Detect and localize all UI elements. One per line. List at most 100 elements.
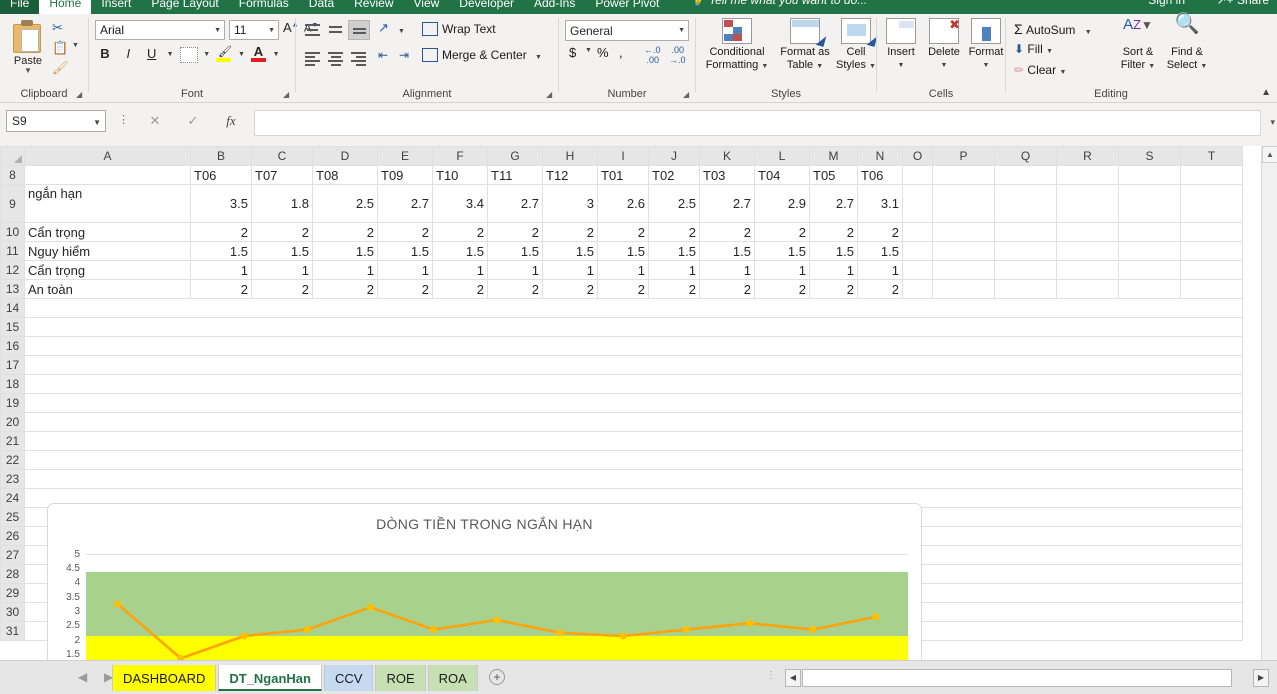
decrease-decimal-icon[interactable]: .00 →.0 xyxy=(669,45,686,65)
spreadsheet-grid[interactable]: A B C D E F G H I J K L M N O P Q R S T … xyxy=(0,146,1277,660)
cell-I9[interactable]: 2.6 xyxy=(597,184,649,223)
cell-T9[interactable] xyxy=(1180,184,1243,223)
increase-decimal-icon[interactable]: ←.0 .00 xyxy=(644,45,661,65)
ribbon-tab-power-pivot[interactable]: Power Pivot xyxy=(585,0,669,14)
cell-O10[interactable] xyxy=(902,222,933,242)
cell-E8[interactable]: T09 xyxy=(377,165,433,185)
alignment-dialog-launcher[interactable]: ◢ xyxy=(546,90,555,99)
font-name-input[interactable]: Arial ▼ xyxy=(95,20,225,40)
cell-N11[interactable]: 1.5 xyxy=(857,241,903,261)
cell-P12[interactable] xyxy=(932,260,995,280)
cell-T12[interactable] xyxy=(1180,260,1243,280)
row-header-13[interactable]: 13 xyxy=(0,279,25,299)
chevron-down-icon[interactable]: ▼ xyxy=(881,59,921,72)
chevron-down-icon[interactable]: ▼ xyxy=(6,67,50,75)
empty-row-cells[interactable] xyxy=(24,317,1243,337)
cell-P13[interactable] xyxy=(932,279,995,299)
cell-R12[interactable] xyxy=(1056,260,1119,280)
fill-button[interactable]: ⬇ Fill ▼ xyxy=(1014,42,1053,56)
underline-button[interactable]: U xyxy=(142,44,162,64)
cell-J12[interactable]: 1 xyxy=(648,260,700,280)
col-header-S[interactable]: S xyxy=(1118,146,1181,166)
col-header-O[interactable]: O xyxy=(902,146,933,166)
scroll-up-icon[interactable]: ▲ xyxy=(1262,146,1277,163)
cell-A12[interactable]: Cẩn trọng xyxy=(24,260,191,280)
row-header-14[interactable]: 14 xyxy=(0,298,25,318)
cell-B10[interactable]: 2 xyxy=(190,222,252,242)
cell-T13[interactable] xyxy=(1180,279,1243,299)
number-dialog-launcher[interactable]: ◢ xyxy=(683,90,692,99)
cell-K10[interactable]: 2 xyxy=(699,222,755,242)
col-header-H[interactable]: H xyxy=(542,146,598,166)
bold-button[interactable]: B xyxy=(95,44,115,64)
cell-O8[interactable] xyxy=(902,165,933,185)
col-header-R[interactable]: R xyxy=(1056,146,1119,166)
col-header-K[interactable]: K xyxy=(699,146,755,166)
cell-G9[interactable]: 2.7 xyxy=(487,184,543,223)
col-header-J[interactable]: J xyxy=(648,146,700,166)
chevron-down-icon[interactable]: ▼ xyxy=(236,44,246,66)
chevron-down-icon[interactable]: ▼ xyxy=(271,44,281,66)
number-format-select[interactable]: General ▼ xyxy=(565,20,689,41)
col-header-C[interactable]: C xyxy=(251,146,313,166)
cell-N9[interactable]: 3.1 xyxy=(857,184,903,223)
row-header-31[interactable]: 31 xyxy=(0,621,25,641)
orientation-button[interactable]: ↗ xyxy=(378,20,400,40)
percent-format-button[interactable]: % xyxy=(597,45,609,65)
chevron-down-icon[interactable]: ▼ xyxy=(535,54,542,61)
cell-B13[interactable]: 2 xyxy=(190,279,252,299)
cell-P11[interactable] xyxy=(932,241,995,261)
cell-D9[interactable]: 2.5 xyxy=(312,184,378,223)
autosum-button[interactable]: Σ AutoSum ▼ xyxy=(1014,21,1092,37)
ribbon-tab-formulas[interactable]: Formulas xyxy=(229,0,299,14)
expand-formula-bar-button[interactable]: ▾ xyxy=(1270,117,1275,128)
ribbon-tab-page-layout[interactable]: Page Layout xyxy=(141,0,228,14)
cell-L9[interactable]: 2.9 xyxy=(754,184,810,223)
chevron-down-icon[interactable]: ▼ xyxy=(965,59,1007,72)
cell-E9[interactable]: 2.7 xyxy=(377,184,433,223)
cell-S10[interactable] xyxy=(1118,222,1181,242)
cell-M9[interactable]: 2.7 xyxy=(809,184,858,223)
cell-C8[interactable]: T07 xyxy=(251,165,313,185)
insert-cells-button[interactable]: Insert ▼ xyxy=(881,18,921,72)
decrease-indent-button[interactable]: ⇤ xyxy=(378,48,400,68)
row-header-8[interactable]: 8 xyxy=(0,165,25,185)
cell-C11[interactable]: 1.5 xyxy=(251,241,313,261)
col-header-Q[interactable]: Q xyxy=(994,146,1057,166)
cell-I13[interactable]: 2 xyxy=(597,279,649,299)
cell-C12[interactable]: 1 xyxy=(251,260,313,280)
currency-format-button[interactable]: $ xyxy=(569,45,576,65)
cell-P9[interactable] xyxy=(932,184,995,223)
cell-H8[interactable]: T12 xyxy=(542,165,598,185)
ribbon-tab-home[interactable]: Home xyxy=(39,0,92,14)
delete-cells-button[interactable]: ✖ Delete ▼ xyxy=(923,18,965,72)
collapse-ribbon-button[interactable]: ▲ xyxy=(1261,87,1271,98)
font-color-button[interactable]: A xyxy=(250,44,268,64)
cell-A9[interactable]: Khả năng thanh toán nợ ngắn hạn xyxy=(24,184,191,223)
align-left-button[interactable] xyxy=(302,48,324,68)
ribbon-tab-view[interactable]: View xyxy=(404,0,450,14)
cell-R9[interactable] xyxy=(1056,184,1119,223)
row-header-12[interactable]: 12 xyxy=(0,260,25,280)
cell-F8[interactable]: T10 xyxy=(432,165,488,185)
col-header-M[interactable]: M xyxy=(809,146,858,166)
fill-color-button[interactable]: 🖌 xyxy=(215,44,233,64)
cell-F13[interactable]: 2 xyxy=(432,279,488,299)
cell-H9[interactable]: 3 xyxy=(542,184,598,223)
cell-M8[interactable]: T05 xyxy=(809,165,858,185)
cell-E12[interactable]: 1 xyxy=(377,260,433,280)
cell-R8[interactable] xyxy=(1056,165,1119,185)
cell-F9[interactable]: 3.4 xyxy=(432,184,488,223)
horizontal-scrollbar[interactable]: ◀ ▶ xyxy=(785,669,1269,687)
chart-container[interactable]: DÒNG TIỀN TRONG NGẮN HẠN 5 4.5 4 3.5 3 2… xyxy=(47,503,922,660)
cell-Q10[interactable] xyxy=(994,222,1057,242)
row-header-28[interactable]: 28 xyxy=(0,564,25,584)
wrap-text-button[interactable]: Wrap Text xyxy=(422,22,496,36)
scroll-right-icon[interactable]: ▶ xyxy=(1253,669,1269,687)
ribbon-tab-insert[interactable]: Insert xyxy=(91,0,141,14)
vertical-scrollbar[interactable]: ▲ xyxy=(1261,146,1277,660)
cut-icon[interactable]: ✂ xyxy=(52,20,63,36)
copy-icon[interactable]: 📋 xyxy=(52,40,68,56)
cell-O13[interactable] xyxy=(902,279,933,299)
cell-R11[interactable] xyxy=(1056,241,1119,261)
